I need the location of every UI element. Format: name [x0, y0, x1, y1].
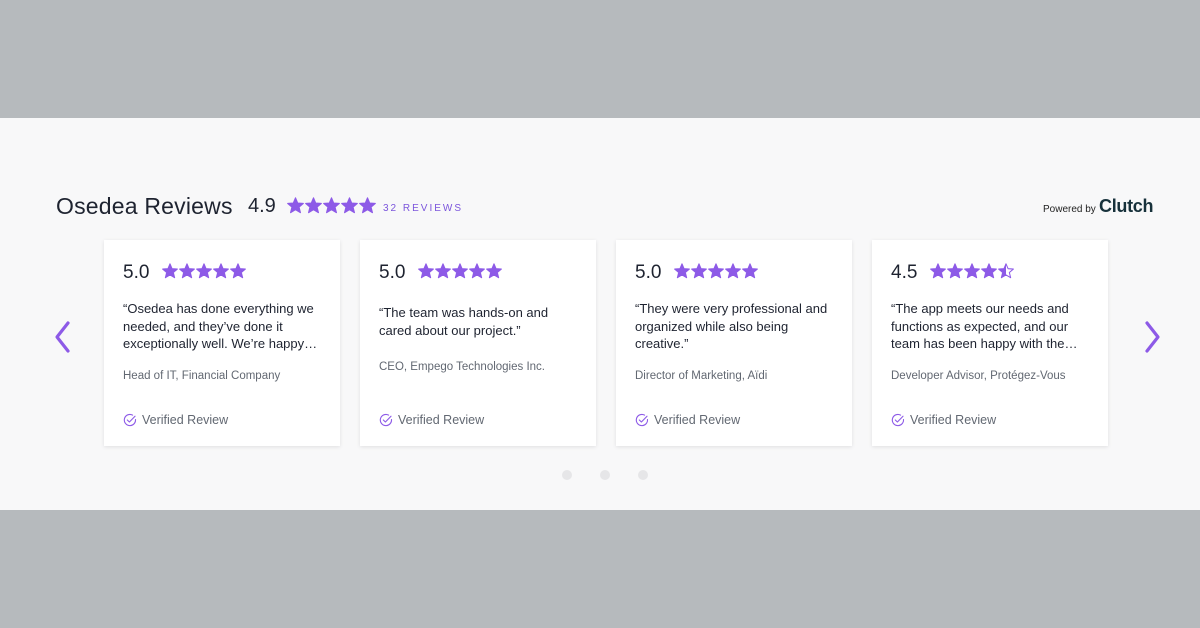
review-quote-line: “The team was hands-on and	[379, 305, 549, 320]
star-icon	[305, 197, 322, 214]
half-star-icon	[998, 263, 1014, 279]
star-icon	[287, 197, 304, 214]
review-quote-line: organized while also being	[635, 318, 789, 334]
star-icon	[179, 263, 195, 279]
star-icon	[213, 263, 229, 279]
review-card[interactable]: 5.0 “They were very professional and organ…	[616, 240, 852, 446]
review-author: Head of IT, Financial Company	[123, 370, 281, 382]
review-rating: 4.5	[891, 262, 918, 283]
star-icon	[486, 263, 502, 279]
review-quote-line: exceptionally well. We’re happy…	[123, 336, 318, 351]
overall-stars	[287, 197, 376, 214]
review-quote: “Osedea has done everything we needed, an…	[123, 300, 327, 353]
review-quote: “The team was hands-on and cared about ou…	[379, 304, 583, 339]
star-icon	[981, 263, 997, 279]
star-icon	[230, 263, 246, 279]
review-card[interactable]: 4.5 “The app meets our needs and functions…	[872, 240, 1108, 446]
verified-review-badge: Verified Review	[891, 413, 996, 427]
star-icon	[674, 263, 690, 279]
star-icon	[964, 263, 980, 279]
review-author: CEO, Empego Technologies Inc.	[379, 361, 545, 373]
chevron-right-icon	[1145, 321, 1160, 353]
review-quote-line: team has been happy with the…	[891, 336, 1078, 351]
review-quote-line: “They were very professional and	[635, 301, 828, 316]
check-circle-icon	[891, 413, 905, 427]
verified-review-label: Verified Review	[654, 413, 741, 427]
star-icon	[162, 263, 178, 279]
star-icon	[469, 263, 485, 279]
review-stars	[418, 263, 502, 279]
verified-review-badge: Verified Review	[123, 413, 228, 427]
verified-review-label: Verified Review	[398, 413, 485, 427]
carousel-pagination	[562, 470, 648, 480]
star-icon	[947, 263, 963, 279]
star-icon	[341, 197, 358, 214]
star-icon	[725, 263, 741, 279]
check-circle-icon	[123, 413, 137, 427]
review-quote-line: “Osedea has done everything we	[123, 301, 314, 316]
verified-review-badge: Verified Review	[379, 413, 484, 427]
star-icon	[691, 263, 707, 279]
overall-rating: 4.9	[248, 195, 276, 217]
star-icon	[323, 197, 340, 214]
review-rating: 5.0	[635, 262, 662, 283]
review-rating: 5.0	[379, 262, 406, 283]
check-circle-icon	[379, 413, 393, 427]
verified-review-label: Verified Review	[142, 413, 229, 427]
verified-review-label: Verified Review	[910, 413, 997, 427]
pagination-dot[interactable]	[638, 470, 648, 480]
review-stars	[930, 263, 1014, 279]
star-icon	[359, 197, 376, 214]
chevron-left-icon	[55, 321, 70, 353]
review-quote: “The app meets our needs and functions as…	[891, 300, 1095, 353]
review-quote: “They were very professional and organize…	[635, 300, 839, 353]
star-icon	[452, 263, 468, 279]
star-icon	[196, 263, 212, 279]
widget-title: Osedea Reviews	[56, 193, 233, 219]
review-quote-line: cared about our project.”	[379, 322, 521, 338]
review-stars	[162, 263, 246, 279]
review-stars	[674, 263, 758, 279]
prev-arrow-button[interactable]	[52, 320, 76, 354]
verified-review-badge: Verified Review	[635, 413, 740, 427]
star-icon	[930, 263, 946, 279]
star-icon	[418, 263, 434, 279]
review-quote-line: creative.”	[635, 336, 689, 351]
review-card[interactable]: 5.0 “Osedea has done everything we needed,…	[104, 240, 340, 446]
clutch-logo[interactable]: Clutch	[1099, 196, 1154, 217]
star-icon	[708, 263, 724, 279]
review-author: Director of Marketing, Aïdi	[635, 370, 768, 382]
review-author: Developer Advisor, Protégez-Vous	[891, 370, 1066, 382]
review-card[interactable]: 5.0 “The team was hands-on and cared about…	[360, 240, 596, 446]
pagination-dot[interactable]	[562, 470, 572, 480]
pagination-dot[interactable]	[600, 470, 610, 480]
check-circle-icon	[635, 413, 649, 427]
star-icon	[435, 263, 451, 279]
review-quote-line: needed, and they’ve done it	[123, 318, 283, 334]
next-arrow-button[interactable]	[1140, 320, 1164, 354]
powered-by-label: Powered by	[1043, 204, 1096, 215]
star-icon	[742, 263, 758, 279]
review-quote-line: functions as expected, and our	[891, 318, 1069, 334]
reviews-count-link[interactable]: 32 REVIEWS	[383, 203, 463, 214]
review-rating: 5.0	[123, 262, 150, 283]
review-quote-line: “The app meets our needs and	[891, 301, 1069, 316]
